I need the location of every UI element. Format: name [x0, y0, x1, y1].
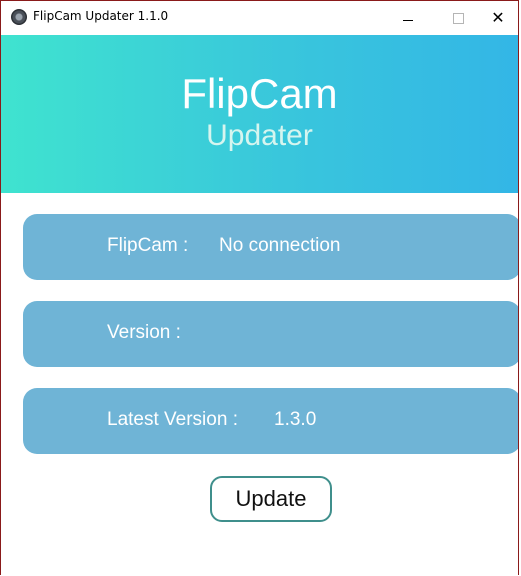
- latest-version-value: 1.3.0: [274, 409, 317, 430]
- header-banner: FlipCam Updater: [1, 35, 518, 193]
- update-button[interactable]: Update: [210, 476, 332, 522]
- app-icon: [11, 9, 27, 25]
- current-version-card: Version :: [23, 301, 518, 367]
- connection-status-card: FlipCam : No connection: [23, 214, 518, 280]
- latest-version-label: Latest Version :: [107, 409, 238, 430]
- connection-status-label: FlipCam :: [107, 235, 189, 256]
- close-button[interactable]: ✕: [475, 1, 518, 35]
- current-version-label: Version :: [107, 322, 181, 343]
- connection-status-value: No connection: [219, 235, 341, 256]
- app-window: FlipCam Updater 1.1.0 ✕ FlipCam Updater …: [0, 0, 519, 575]
- minimize-icon: [403, 19, 413, 21]
- minimize-button[interactable]: [385, 1, 431, 35]
- latest-version-card: Latest Version : 1.3.0: [23, 388, 518, 454]
- header-title: FlipCam: [181, 70, 338, 117]
- header-subtitle: Updater: [206, 119, 313, 152]
- close-icon: ✕: [491, 8, 505, 27]
- title-bar: FlipCam Updater 1.1.0 ✕: [1, 1, 518, 35]
- maximize-icon: [452, 12, 464, 24]
- window-title: FlipCam Updater 1.1.0: [33, 9, 169, 23]
